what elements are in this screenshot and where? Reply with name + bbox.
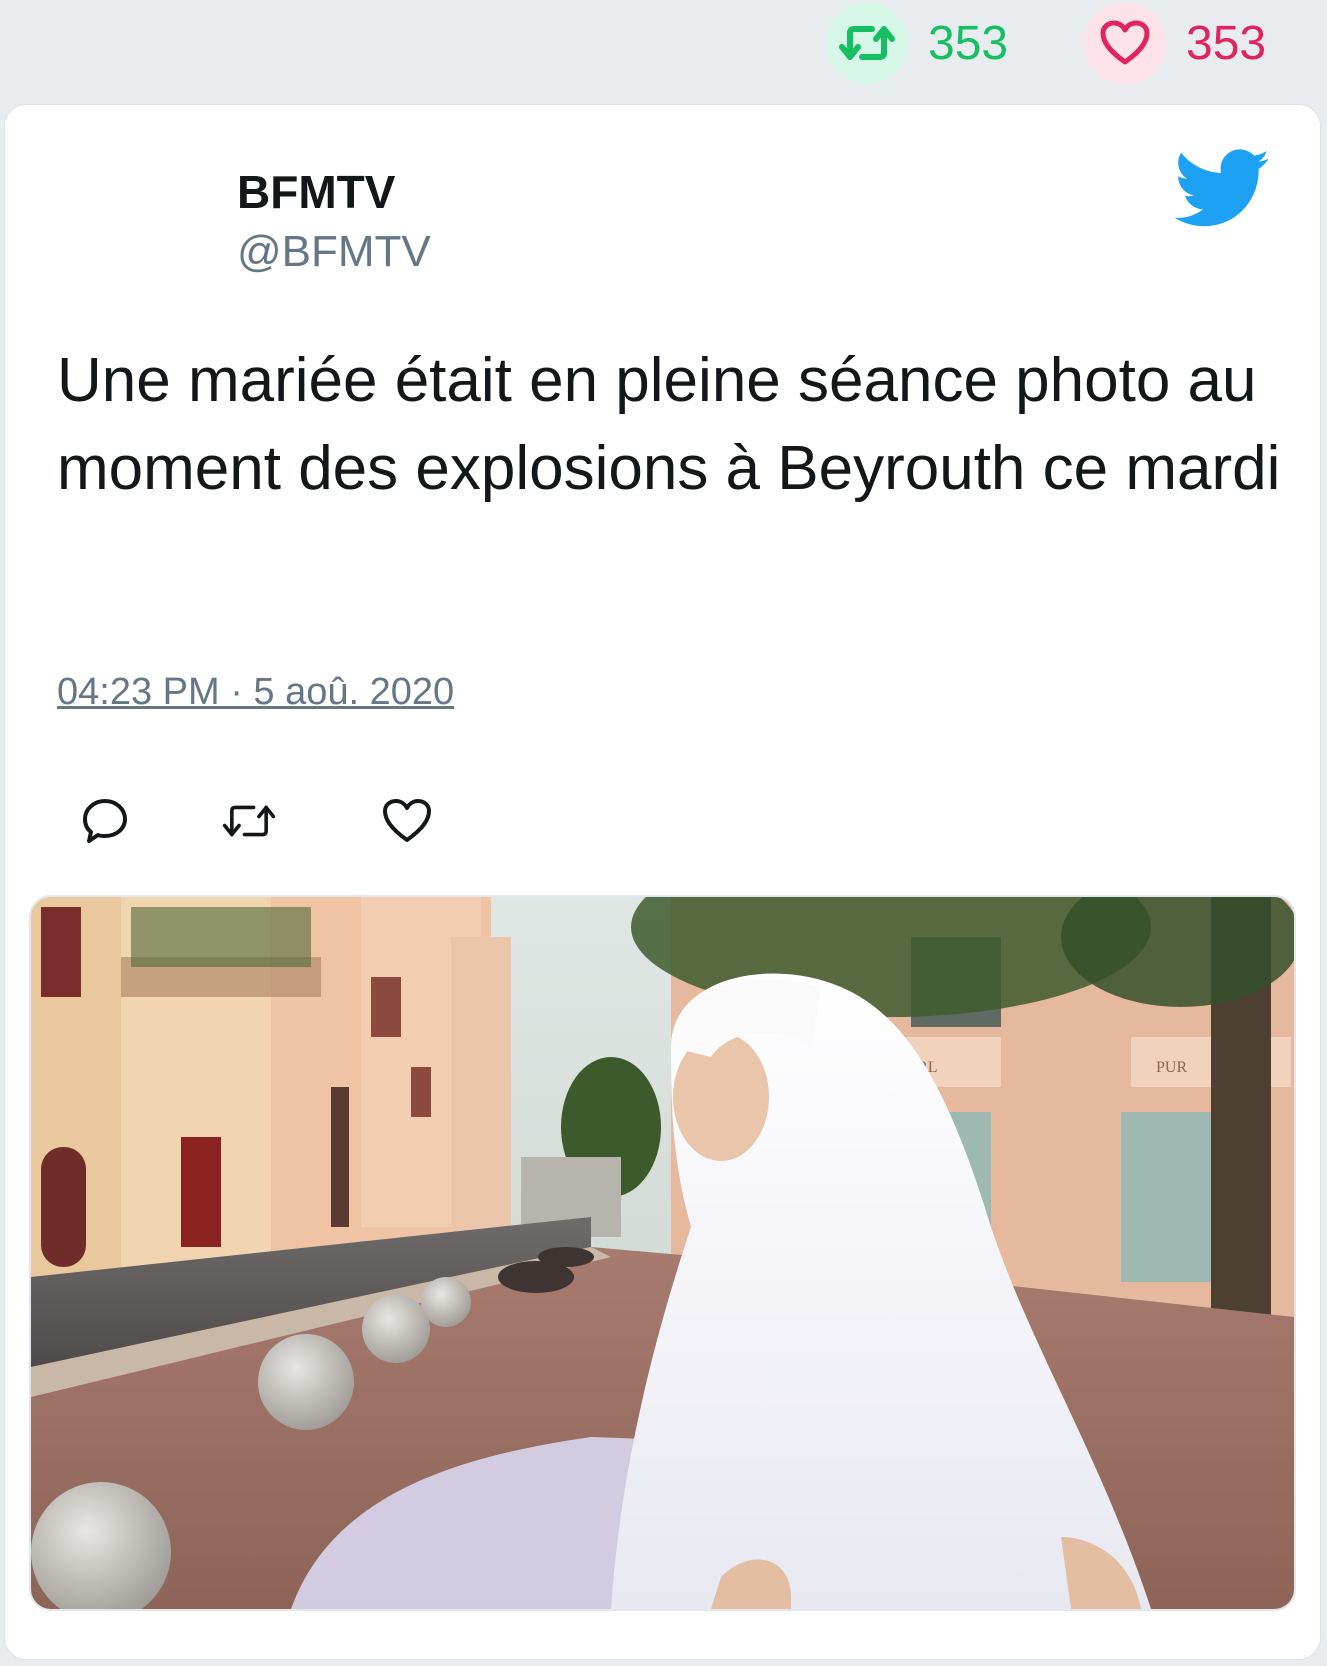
- retweet-stat-badge: [826, 2, 908, 84]
- like-stat[interactable]: 353: [1084, 2, 1266, 84]
- like-button[interactable]: [379, 793, 435, 849]
- engagement-summary: 353 353: [0, 0, 1327, 102]
- tweet-card: BFMTV @BFMTV Une mariée était en pleine …: [4, 104, 1321, 1660]
- author-handle[interactable]: @BFMTV: [237, 227, 431, 277]
- tweet-media-photo[interactable]: PURRL PUR: [29, 895, 1296, 1611]
- reply-button[interactable]: [77, 793, 133, 849]
- retweet-icon: [222, 805, 276, 837]
- heart-icon: [1100, 20, 1150, 65]
- author-name[interactable]: BFMTV: [237, 165, 395, 219]
- tweet-timestamp[interactable]: 04:23 PM · 5 aoû. 2020: [57, 671, 454, 714]
- like-stat-badge: [1084, 2, 1166, 84]
- like-count: 353: [1186, 16, 1267, 70]
- twitter-bird-icon[interactable]: [1175, 149, 1271, 229]
- retweet-button[interactable]: [221, 793, 277, 849]
- tweet-text: Une mariée était en pleine séance photo …: [57, 346, 1281, 503]
- heart-icon: [383, 799, 431, 842]
- storefront-sign: PUR: [1156, 1059, 1187, 1076]
- bride-street-photo: PURRL PUR: [31, 897, 1294, 1609]
- retweet-icon: [839, 26, 895, 60]
- retweet-stat[interactable]: 353: [826, 2, 1008, 84]
- retweet-count: 353: [928, 16, 1009, 70]
- reply-icon: [83, 799, 127, 843]
